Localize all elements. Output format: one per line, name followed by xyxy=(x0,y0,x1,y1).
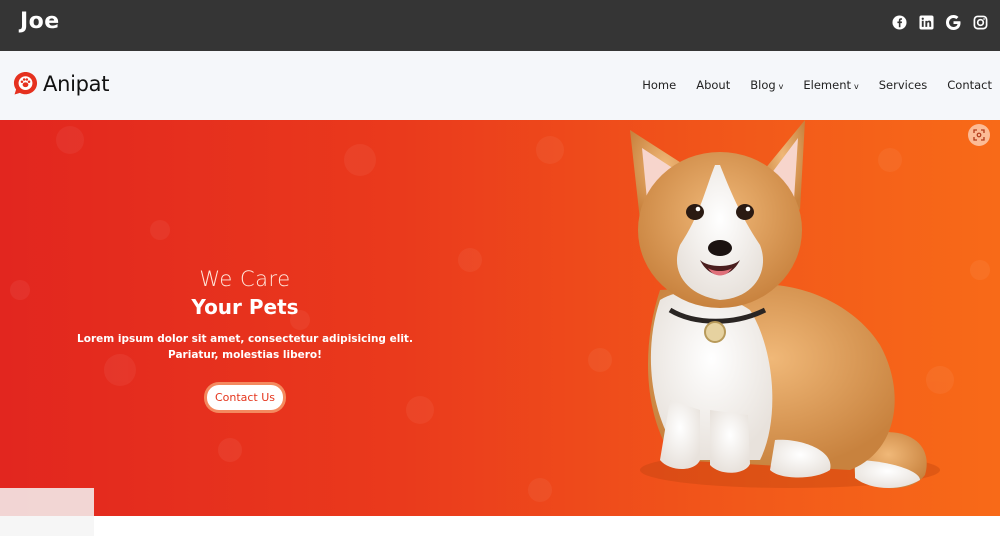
nav-blog-label: Blog xyxy=(750,78,776,92)
top-bar: Joe xyxy=(0,0,1000,51)
nav-element[interactable]: Element v xyxy=(803,78,858,92)
nav-home-label: Home xyxy=(642,78,677,92)
nav-contact[interactable]: Contact xyxy=(947,78,992,92)
logo-text: Anipat xyxy=(43,71,110,96)
watermark-logo xyxy=(0,488,94,536)
paw-logo-icon xyxy=(13,71,38,95)
nav-about-label: About xyxy=(696,78,731,92)
main-navbar: Anipat Home About Blog v Element v Service… xyxy=(0,51,1000,120)
main-menu: Home About Blog v Element v Services Conta… xyxy=(622,78,992,92)
chevron-down-icon: v xyxy=(854,82,859,91)
linkedin-icon[interactable] xyxy=(919,15,934,30)
hero-description-line-1: Lorem ipsum dolor sit amet, consectetur … xyxy=(77,333,413,345)
instagram-icon[interactable] xyxy=(973,15,988,30)
lens-scan-button[interactable] xyxy=(968,124,990,146)
corgi-dog-image xyxy=(630,120,940,489)
nav-element-label: Element xyxy=(803,78,852,92)
nav-services[interactable]: Services xyxy=(879,78,928,92)
social-links xyxy=(892,15,988,30)
facebook-icon[interactable] xyxy=(892,15,907,30)
nav-contact-label: Contact xyxy=(947,78,992,92)
site-logo[interactable]: Anipat xyxy=(13,71,109,96)
nav-blog[interactable]: Blog v xyxy=(750,78,783,92)
hero-banner: We Care Your Pets Lorem ipsum dolor sit … xyxy=(0,120,1000,516)
google-icon[interactable] xyxy=(946,15,961,30)
nav-services-label: Services xyxy=(878,78,928,92)
hero-copy: We Care Your Pets Lorem ipsum dolor sit … xyxy=(70,267,420,410)
hero-kicker: We Care xyxy=(199,267,291,291)
hero-title: Your Pets xyxy=(191,295,299,319)
below-hero-section xyxy=(0,516,1000,542)
chevron-down-icon: v xyxy=(778,82,784,91)
nav-about[interactable]: About xyxy=(696,78,730,92)
contact-us-button[interactable]: Contact Us xyxy=(206,385,284,410)
nav-home[interactable]: Home xyxy=(642,78,676,92)
site-brand[interactable]: Joe xyxy=(20,9,60,34)
scan-icon xyxy=(973,129,985,141)
hero-description-line-2: Pariatur, molestias libero! xyxy=(168,349,322,361)
hero-description: Lorem ipsum dolor sit amet, consectetur … xyxy=(70,331,420,363)
